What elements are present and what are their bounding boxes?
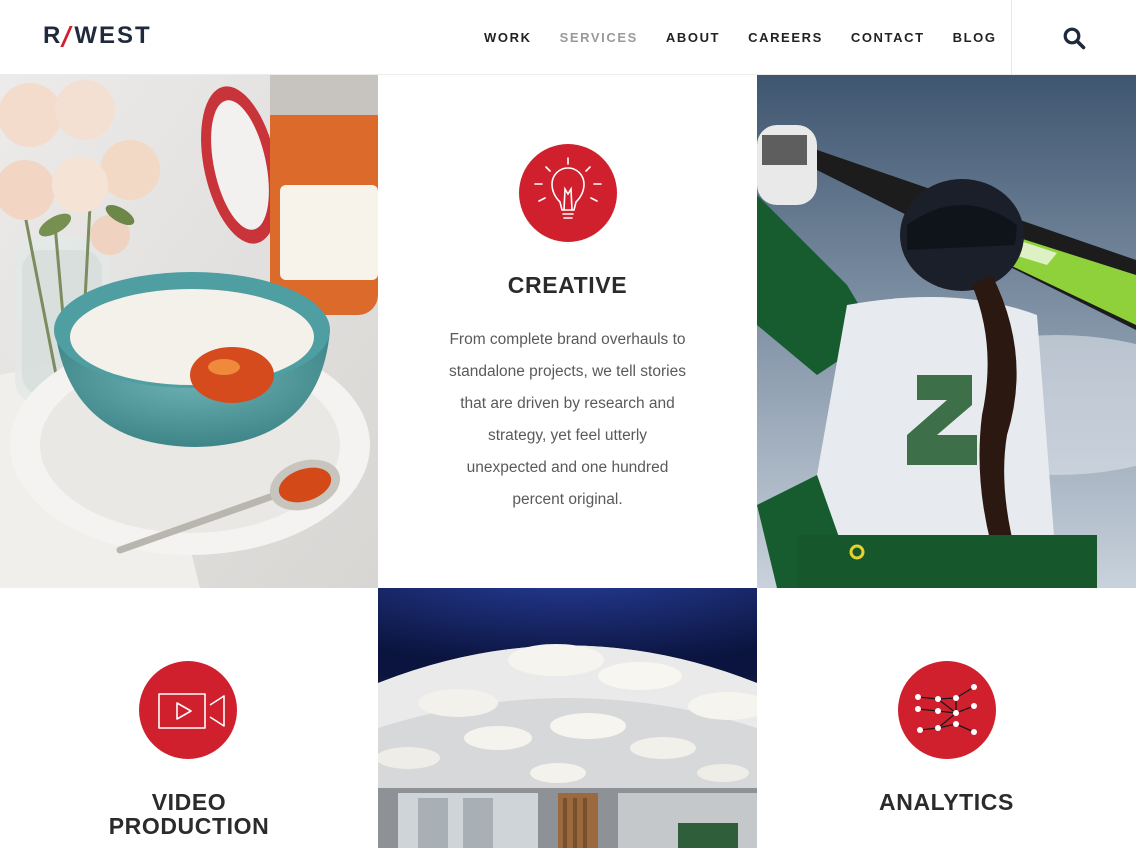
video-title-line1: VIDEO [151, 789, 227, 815]
nav-blog[interactable]: BLOG [953, 30, 997, 45]
nav-services[interactable]: SERVICES [560, 30, 638, 45]
logo-slash-mark [60, 25, 74, 47]
site-header: R WEST WORK SERVICES ABOUT CAREERS CONTA… [0, 0, 1136, 75]
photo-jam-yogurt [0, 75, 378, 588]
nav-careers[interactable]: CAREERS [748, 30, 823, 45]
analytics-title: ANALYTICS [879, 789, 1014, 815]
creative-title: CREATIVE [507, 272, 628, 298]
photo-softball-player [757, 75, 1136, 588]
softball-player-image [757, 75, 1136, 588]
search-button[interactable] [1011, 0, 1136, 75]
logo-word-west: WEST [74, 22, 152, 49]
office-interior-image [378, 588, 757, 848]
search-icon [1063, 27, 1086, 49]
video-title-line2: PRODUCTION [108, 813, 270, 839]
nav-about[interactable]: ABOUT [666, 30, 720, 45]
creative-description: From complete brand overhauls to standal… [449, 331, 686, 508]
lightbulb-icon [519, 144, 617, 242]
jam-yogurt-image [0, 75, 378, 588]
rwest-logo[interactable]: R WEST [43, 24, 152, 48]
photo-office-interior [378, 588, 757, 848]
video-camera-icon [139, 661, 237, 759]
main-nav: WORK SERVICES ABOUT CAREERS CONTACT BLOG [470, 0, 1011, 75]
service-tile-creative[interactable]: CREATIVE From complete brand overhauls t… [378, 75, 757, 588]
nav-work[interactable]: WORK [484, 30, 532, 45]
logo-letter-r: R [43, 22, 63, 49]
service-tile-analytics[interactable]: ANALYTICS [757, 588, 1136, 848]
nav-contact[interactable]: CONTACT [851, 30, 925, 45]
service-tile-video-production[interactable]: VIDEO PRODUCTION [0, 588, 378, 848]
network-nodes-icon [898, 661, 996, 759]
